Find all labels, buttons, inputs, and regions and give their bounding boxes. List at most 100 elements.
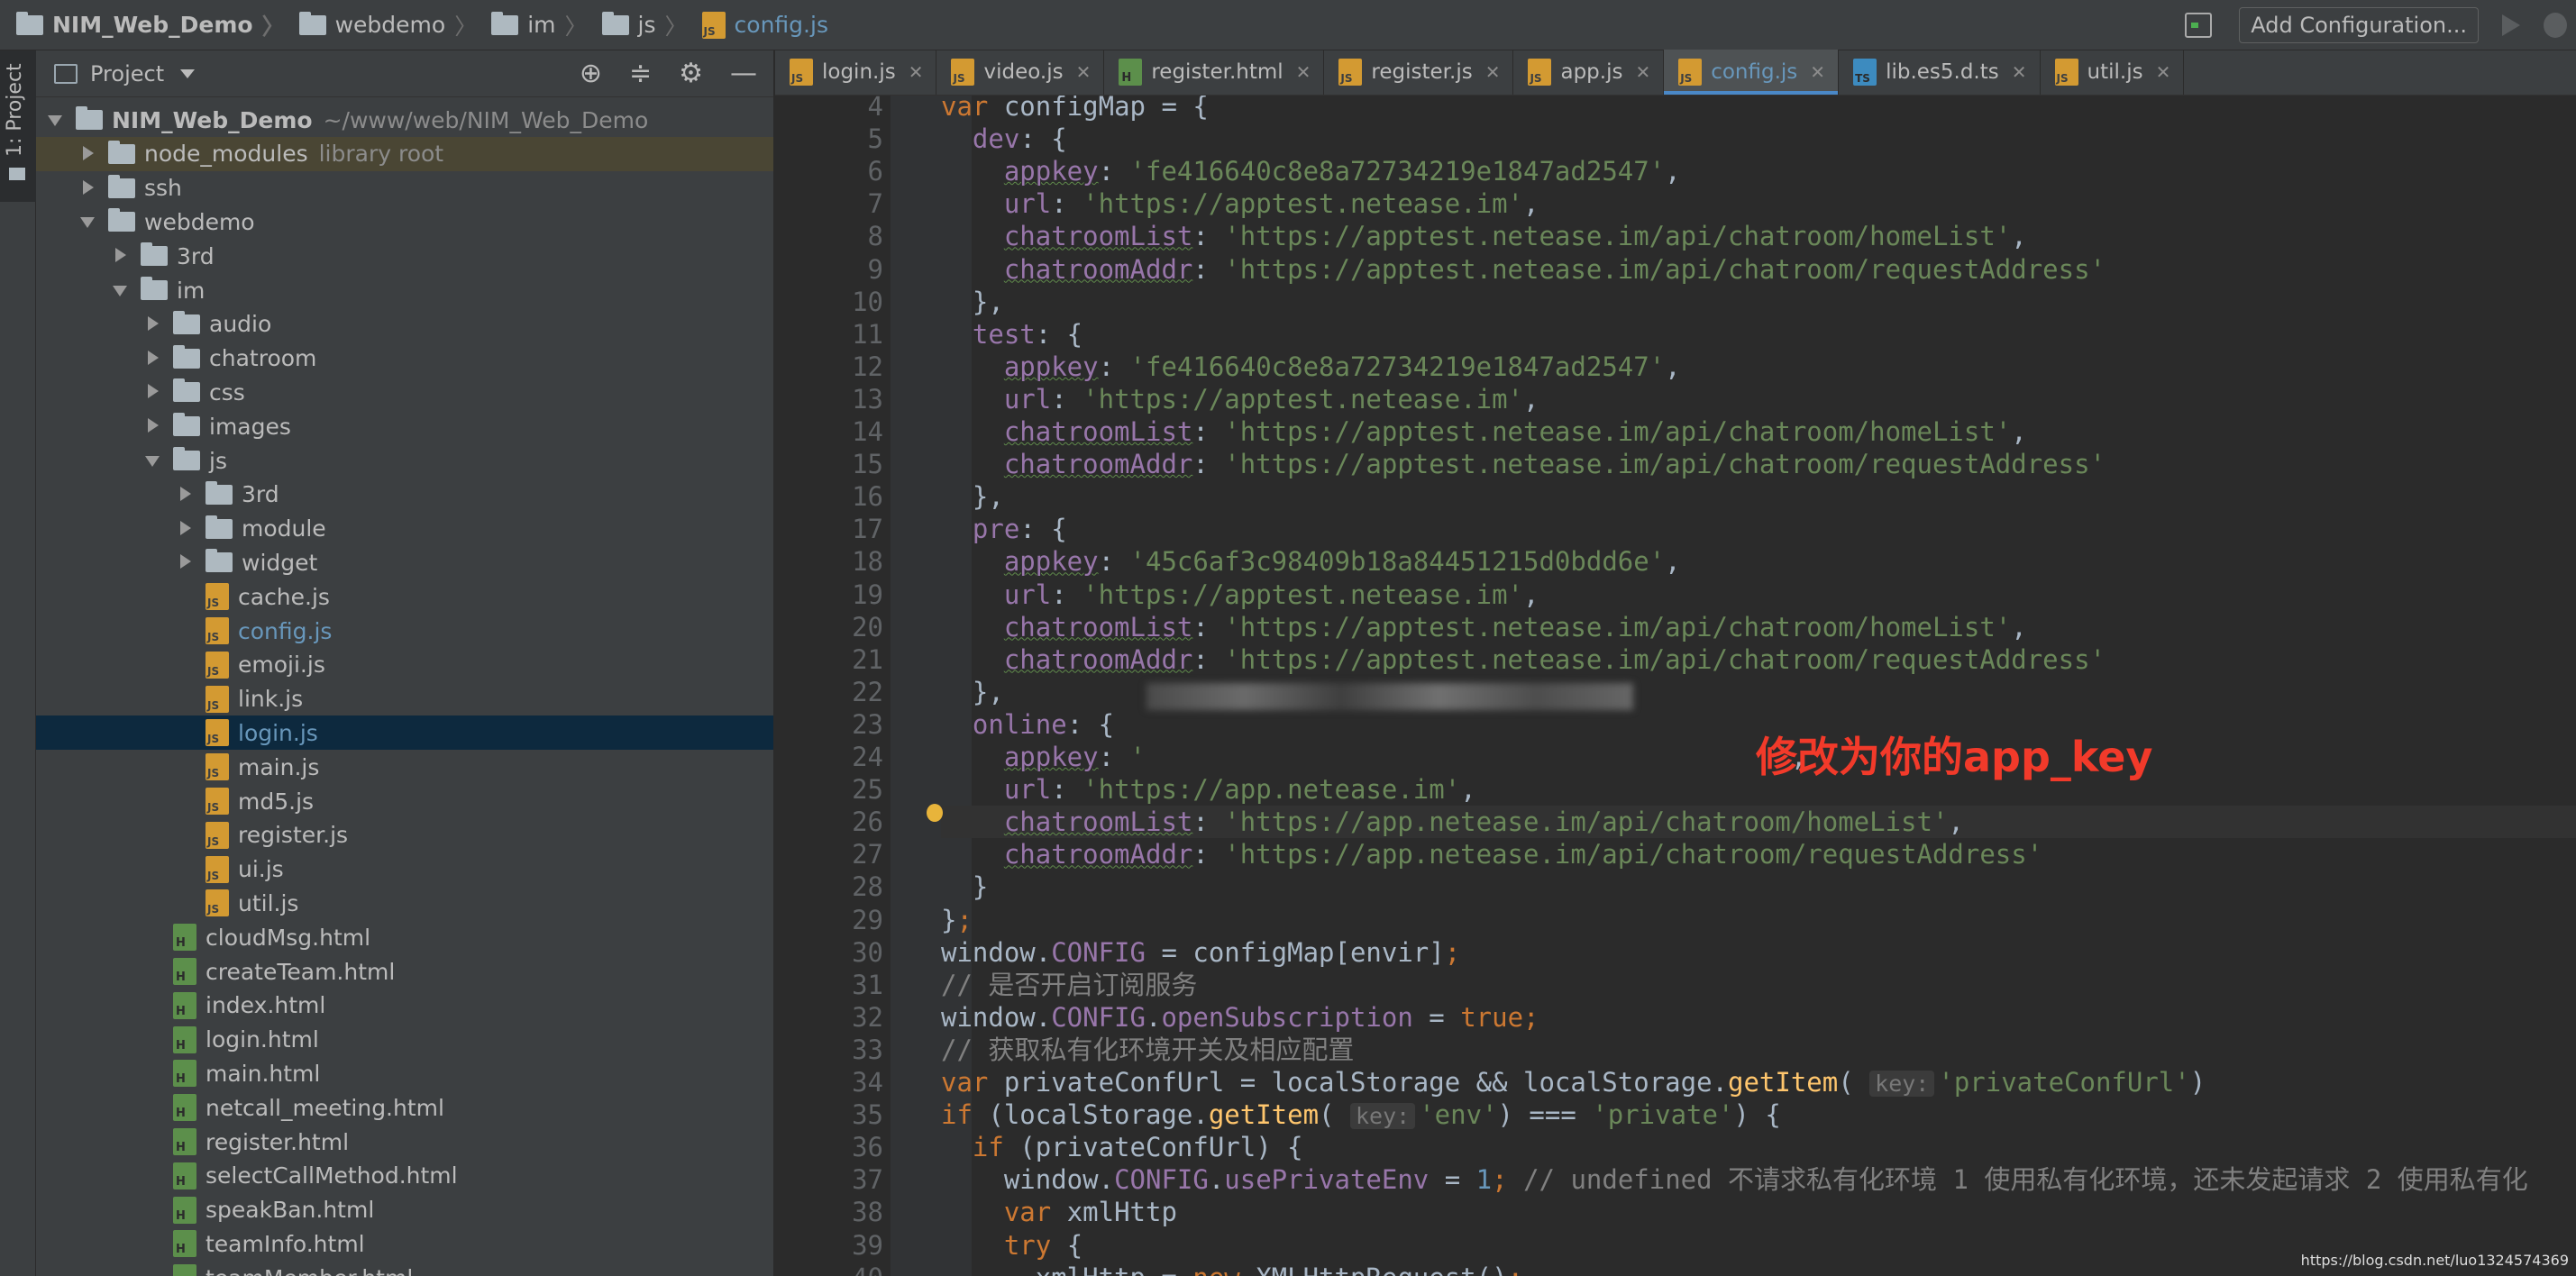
breadcrumb-config[interactable]: config.js: [701, 11, 828, 39]
code-line[interactable]: var xmlHttp: [941, 1196, 2576, 1228]
tree-item[interactable]: netcall_meeting.html: [36, 1090, 773, 1125]
code-line[interactable]: pre: {: [941, 513, 2576, 545]
tab-register-js[interactable]: register.js ✕: [1324, 50, 1514, 95]
project-panel-title[interactable]: Project: [90, 61, 164, 87]
expand-closed-icon[interactable]: [175, 551, 196, 573]
tree-item[interactable]: widget: [36, 545, 773, 579]
tree-item[interactable]: 3rd: [36, 239, 773, 273]
tree-item[interactable]: selectCallMethod.html: [36, 1159, 773, 1193]
tree-item[interactable]: link.js: [36, 682, 773, 716]
code-line[interactable]: chatroomList: 'https://apptest.netease.i…: [941, 611, 2576, 643]
code-line[interactable]: appkey: '45c6af3c98409b18a84451215d0bdd6…: [941, 545, 2576, 578]
code-line[interactable]: }: [941, 870, 2576, 903]
tree-item[interactable]: teamMember.html: [36, 1261, 773, 1276]
close-icon[interactable]: ✕: [1485, 61, 1501, 83]
tree-item[interactable]: md5.js: [36, 784, 773, 818]
expand-open-icon[interactable]: [78, 211, 99, 232]
tab-register-html[interactable]: register.html ✕: [1104, 50, 1325, 95]
expand-closed-icon[interactable]: [142, 415, 164, 437]
code-line[interactable]: chatroomAddr: 'https://apptest.netease.i…: [941, 448, 2576, 480]
code-line[interactable]: chatroomList: 'https://apptest.netease.i…: [941, 415, 2576, 448]
code-line[interactable]: chatroomAddr: 'https://apptest.netease.i…: [941, 253, 2576, 286]
expand-closed-icon[interactable]: [142, 381, 164, 403]
tree-item[interactable]: 3rd: [36, 478, 773, 512]
breadcrumb-js[interactable]: js 〉: [601, 9, 697, 41]
tab-util-js[interactable]: util.js ✕: [2041, 50, 2185, 95]
tree-item[interactable]: emoji.js: [36, 648, 773, 682]
project-tool-tab[interactable]: 1: Project: [0, 50, 36, 202]
code-line[interactable]: window.CONFIG.openSubscription = true;: [941, 1001, 2576, 1034]
tree-item[interactable]: webdemo: [36, 205, 773, 239]
expand-closed-icon[interactable]: [142, 348, 164, 369]
tab-video-js[interactable]: video.js ✕: [936, 50, 1105, 95]
expand-closed-icon[interactable]: [175, 484, 196, 506]
code-line[interactable]: },: [941, 480, 2576, 513]
run-icon[interactable]: [2502, 14, 2520, 36]
close-icon[interactable]: ✕: [1296, 61, 1311, 83]
code-line[interactable]: if (localStorage.getItem( key:'env') ===…: [941, 1098, 2576, 1131]
code-line[interactable]: chatroomList: 'https://apptest.netease.i…: [941, 220, 2576, 252]
expand-closed-icon[interactable]: [78, 143, 99, 165]
code-line[interactable]: var configMap = {: [941, 96, 2576, 123]
code-line[interactable]: var privateConfUrl = localStorage && loc…: [941, 1066, 2576, 1098]
tree-item[interactable]: main.html: [36, 1056, 773, 1090]
tree-item[interactable]: js: [36, 443, 773, 478]
tree-item[interactable]: register.html: [36, 1125, 773, 1159]
tree-item[interactable]: speakBan.html: [36, 1193, 773, 1227]
tree-item[interactable]: cloudMsg.html: [36, 920, 773, 954]
code-line[interactable]: window.CONFIG.usePrivateEnv = 1; // unde…: [941, 1163, 2576, 1196]
code-line[interactable]: url: 'https://apptest.netease.im',: [941, 187, 2576, 220]
code-line[interactable]: chatroomList: 'https://app.netease.im/ap…: [941, 806, 2576, 839]
tree-item[interactable]: createTeam.html: [36, 954, 773, 989]
tab-login-js[interactable]: login.js ✕: [775, 50, 937, 95]
tree-item[interactable]: cache.js: [36, 579, 773, 614]
add-configuration-button[interactable]: Add Configuration...: [2239, 7, 2479, 43]
expand-open-icon[interactable]: [142, 450, 164, 471]
tree-item[interactable]: audio: [36, 307, 773, 342]
tree-item[interactable]: login.js: [36, 715, 773, 751]
hide-icon[interactable]: —: [730, 60, 757, 87]
tree-item[interactable]: node_modules library root: [36, 136, 773, 171]
tab-lib-es5-d-ts[interactable]: lib.es5.d.ts ✕: [1839, 50, 2041, 95]
locate-icon[interactable]: ⊕: [580, 60, 602, 87]
close-icon[interactable]: ✕: [909, 61, 924, 83]
code-line[interactable]: },: [941, 286, 2576, 318]
breadcrumb-webdemo[interactable]: webdemo 〉: [298, 9, 487, 41]
lightbulb-icon[interactable]: [927, 804, 943, 822]
debug-icon[interactable]: [2544, 13, 2567, 38]
tree-item[interactable]: ssh: [36, 171, 773, 205]
code-line[interactable]: url: 'https://apptest.netease.im',: [941, 383, 2576, 415]
tree-item[interactable]: util.js: [36, 886, 773, 920]
code-line[interactable]: appkey: 'fe416640c8e8a72734219e1847ad254…: [941, 351, 2576, 383]
tree-item[interactable]: login.html: [36, 1023, 773, 1057]
tree-item[interactable]: im: [36, 273, 773, 307]
code-line[interactable]: chatroomAddr: 'https://app.netease.im/ap…: [941, 838, 2576, 870]
collapse-all-icon[interactable]: ≑: [629, 60, 652, 87]
code-line[interactable]: if (privateConfUrl) {: [941, 1131, 2576, 1163]
tree-item[interactable]: register.js: [36, 818, 773, 852]
tab-app-js[interactable]: app.js ✕: [1513, 50, 1665, 95]
code-line[interactable]: chatroomAddr: 'https://apptest.netease.i…: [941, 643, 2576, 676]
tree-item[interactable]: css: [36, 375, 773, 409]
expand-closed-icon[interactable]: [142, 314, 164, 335]
chevron-down-icon[interactable]: [180, 68, 196, 78]
tree-item[interactable]: NIM_Web_Demo ~/www/web/NIM_Web_Demo: [36, 103, 773, 137]
tree-item[interactable]: teamInfo.html: [36, 1226, 773, 1261]
code-line[interactable]: appkey: 'fe416640c8e8a72734219e1847ad254…: [941, 155, 2576, 187]
code-line[interactable]: };: [941, 904, 2576, 936]
expand-closed-icon[interactable]: [110, 245, 132, 267]
tree-item[interactable]: module: [36, 512, 773, 546]
tree-item[interactable]: index.html: [36, 989, 773, 1023]
code-line[interactable]: window.CONFIG = configMap[envir];: [941, 936, 2576, 969]
breadcrumb-project[interactable]: NIM_Web_Demo 〉: [16, 9, 294, 41]
tab-config-js[interactable]: config.js ✕: [1664, 50, 1840, 95]
code-editor[interactable]: 4 var configMap = {5 dev: {6 appkey: 'fe4…: [775, 96, 2576, 1276]
close-icon[interactable]: ✕: [1076, 61, 1092, 83]
tree-item[interactable]: ui.js: [36, 852, 773, 887]
code-line[interactable]: // 获取私有化环境开关及相应配置: [941, 1034, 2576, 1066]
tree-item[interactable]: images: [36, 409, 773, 443]
close-icon[interactable]: ✕: [2156, 61, 2171, 83]
code-line[interactable]: dev: {: [941, 123, 2576, 155]
code-line[interactable]: test: {: [941, 318, 2576, 351]
breadcrumb-im[interactable]: im 〉: [491, 9, 596, 41]
